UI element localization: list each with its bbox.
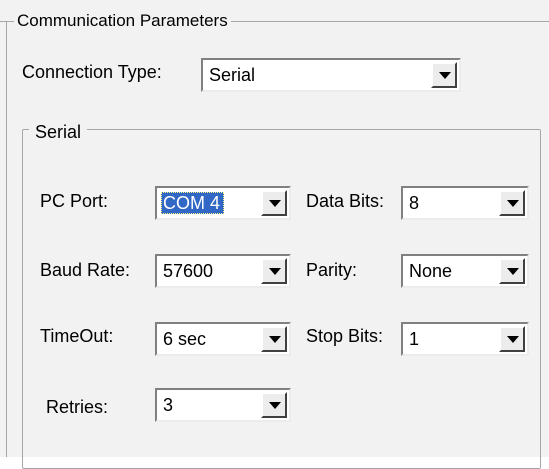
group-border-left (6, 21, 7, 457)
chevron-down-icon (269, 402, 281, 409)
data-bits-value: 8 (409, 193, 420, 213)
retries-dropdown-button[interactable] (261, 392, 287, 418)
chevron-down-icon (507, 336, 519, 343)
baud-rate-select[interactable]: 57600 (155, 254, 291, 288)
stop-bits-dropdown-button[interactable] (499, 326, 525, 352)
pc-port-label: PC Port: (40, 191, 109, 211)
connection-type-value: Serial (209, 65, 256, 85)
chevron-down-icon (439, 72, 451, 79)
data-bits-label: Data Bits: (306, 191, 385, 211)
baud-rate-value: 57600 (163, 261, 214, 281)
chevron-down-icon (269, 336, 281, 343)
connection-type-dropdown-button[interactable] (431, 62, 457, 88)
serial-group-title: Serial (29, 121, 88, 143)
timeout-label: TimeOut: (40, 326, 114, 346)
chevron-down-icon (507, 200, 519, 207)
timeout-select[interactable]: 6 sec (155, 322, 291, 356)
stop-bits-value: 1 (409, 329, 420, 349)
baud-rate-dropdown-button[interactable] (261, 258, 287, 284)
data-bits-dropdown-button[interactable] (499, 190, 525, 216)
data-bits-select[interactable]: 8 (401, 186, 529, 220)
retries-label: Retries: (46, 397, 109, 417)
connection-type-label: Connection Type: (22, 62, 162, 82)
timeout-dropdown-button[interactable] (261, 326, 287, 352)
baud-rate-label: Baud Rate: (40, 260, 131, 280)
stop-bits-label: Stop Bits: (306, 326, 384, 346)
chevron-down-icon (269, 268, 281, 275)
pc-port-dropdown-button[interactable] (261, 190, 287, 216)
retries-value: 3 (163, 395, 174, 415)
chevron-down-icon (269, 200, 281, 207)
retries-select[interactable]: 3 (155, 388, 291, 422)
parity-select[interactable]: None (401, 254, 529, 288)
parity-label: Parity: (306, 260, 358, 280)
connection-type-select[interactable]: Serial (201, 58, 461, 92)
communication-parameters-panel: Communication Parameters Connection Type… (0, 0, 549, 469)
chevron-down-icon (507, 268, 519, 275)
pc-port-select[interactable]: COM 4 (155, 186, 291, 220)
stop-bits-select[interactable]: 1 (401, 322, 529, 356)
pc-port-value: COM 4 (161, 192, 225, 214)
parity-dropdown-button[interactable] (499, 258, 525, 284)
parity-value: None (409, 261, 453, 281)
timeout-value: 6 sec (163, 329, 207, 349)
group-title: Communication Parameters (14, 10, 231, 32)
